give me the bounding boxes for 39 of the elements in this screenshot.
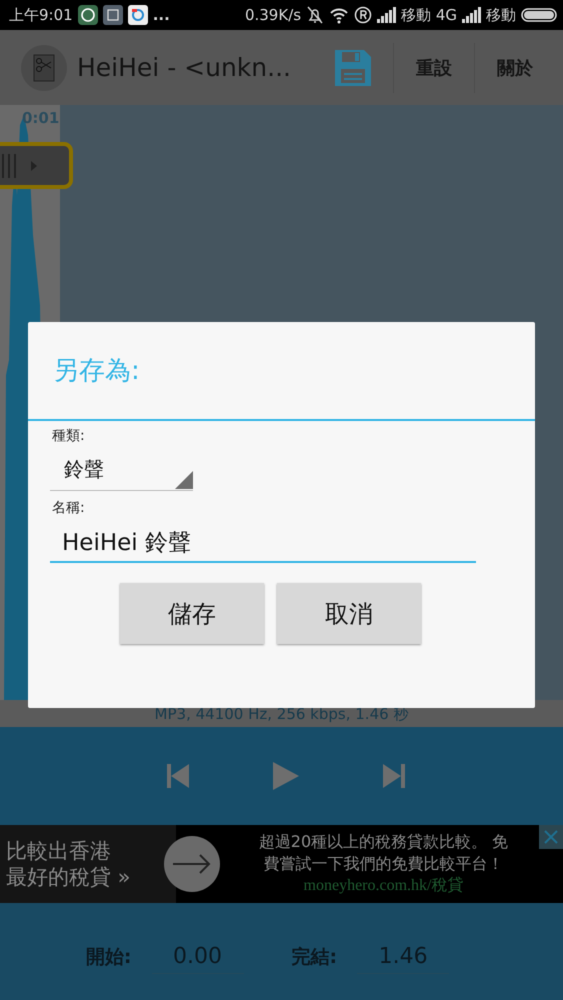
ad-text: 費嘗試一下我們的免費比較平台！ bbox=[264, 853, 504, 875]
signal-icon bbox=[377, 7, 396, 23]
clock: 上午9:01 bbox=[9, 6, 73, 24]
overflow-indicator: ... bbox=[152, 6, 170, 24]
ad-banner[interactable]: 比較出香港 最好的稅貸 » 超過20種以上的稅務貸款比較。 免 費嘗試一下我們的免費比較平台！ moneyhero.com.hk/稅貸 bbox=[0, 825, 563, 903]
name-label: 名稱: bbox=[52, 499, 85, 517]
carrier-label: 移動 bbox=[486, 6, 516, 24]
battery-icon bbox=[521, 8, 557, 22]
ad-headline: 最好的稅貸 » bbox=[6, 864, 132, 890]
trim-handle-icon bbox=[0, 142, 74, 190]
carrier-label: 移動 4G bbox=[401, 6, 457, 24]
time-marker-label: 0:01 bbox=[22, 109, 60, 127]
song-title: HeiHei - <unkn... bbox=[77, 53, 292, 82]
chat-app-icon bbox=[78, 5, 98, 25]
type-dropdown[interactable]: 鈴聲 bbox=[50, 449, 193, 491]
ad-headline: 比較出香港 bbox=[6, 838, 112, 864]
network-speed: 0.39K/s bbox=[244, 6, 302, 24]
signal-icon bbox=[462, 7, 481, 23]
roaming-icon bbox=[354, 6, 372, 24]
app-icon bbox=[102, 5, 123, 25]
name-field[interactable]: HeiHei 鈴聲 bbox=[50, 521, 476, 563]
dialog-button[interactable]: 儲存 bbox=[120, 583, 264, 644]
save-icon bbox=[335, 50, 371, 86]
dropdown-corner-icon bbox=[175, 471, 193, 489]
skip-forward-icon bbox=[382, 764, 404, 788]
wifi-icon bbox=[329, 6, 350, 24]
arrow-circle-icon bbox=[164, 836, 220, 892]
type-label: 種類: bbox=[52, 427, 85, 445]
scissors-file-icon bbox=[21, 44, 67, 90]
dialog-button[interactable]: 取消 bbox=[277, 583, 421, 644]
play-icon bbox=[272, 762, 298, 790]
skip-back-icon bbox=[166, 764, 188, 788]
close-icon bbox=[539, 825, 563, 849]
muted-bell-icon bbox=[306, 5, 324, 25]
ad-text: 超過20種以上的稅務貸款比較。 免 bbox=[258, 831, 508, 853]
browser-app-icon bbox=[128, 5, 148, 25]
dialog-title: 另存為: bbox=[28, 322, 535, 421]
end-label: 完結: bbox=[292, 944, 338, 970]
start-label: 開始: bbox=[86, 944, 132, 970]
